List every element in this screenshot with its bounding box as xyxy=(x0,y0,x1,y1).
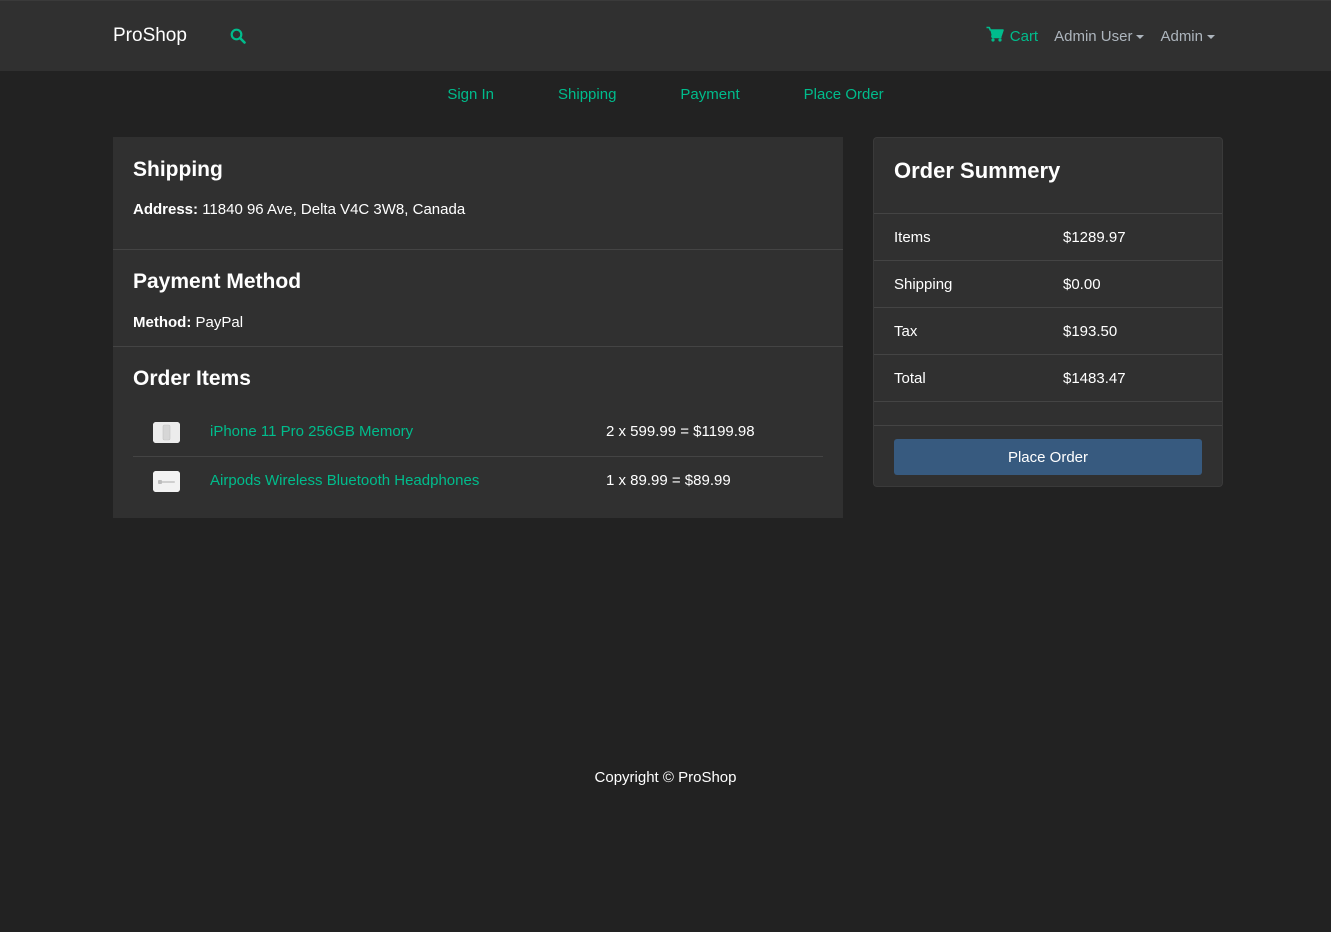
summary-label: Items xyxy=(894,229,931,246)
summary-error-slot xyxy=(874,401,1222,426)
search-icon[interactable] xyxy=(230,28,248,46)
order-summary-title: Order Summery xyxy=(894,158,1061,183)
summary-row-tax: Tax $193.50 xyxy=(874,307,1222,354)
step-place-order[interactable]: Place Order xyxy=(772,86,916,103)
step-shipping[interactable]: Shipping xyxy=(526,86,648,103)
order-item-subtotal: 1 x 89.99 = $89.99 xyxy=(606,472,731,489)
shipping-address: Address: 11840 96 Ave, Delta V4C 3W8, Ca… xyxy=(133,201,465,218)
summary-label: Shipping xyxy=(894,276,953,293)
order-item-row: Airpods Wireless Bluetooth Headphones 1 … xyxy=(133,457,823,506)
summary-label: Total xyxy=(894,370,926,387)
brand-logo[interactable]: ProShop xyxy=(113,25,187,47)
shipping-section: Shipping Address: 11840 96 Ave, Delta V4… xyxy=(113,137,843,250)
place-order-button[interactable]: Place Order xyxy=(894,439,1202,475)
order-item-link[interactable]: Airpods Wireless Bluetooth Headphones xyxy=(210,472,479,489)
order-items-section: Order Items iPhone 11 Pro 256GB Memory 2… xyxy=(113,347,843,518)
step-payment[interactable]: Payment xyxy=(648,86,771,103)
summary-row-items: Items $1289.97 xyxy=(874,213,1222,260)
top-navbar: ProShop Cart Admin User Admin xyxy=(0,0,1331,71)
order-item-link[interactable]: iPhone 11 Pro 256GB Memory xyxy=(210,423,413,440)
footer-copyright: Copyright © ProShop xyxy=(594,769,737,786)
payment-method-value: PayPal xyxy=(195,314,244,331)
checkout-steps: Sign In Shipping Payment Place Order xyxy=(0,86,1331,103)
summary-value: $1289.97 xyxy=(1063,229,1126,246)
order-item-subtotal: 2 x 599.99 = $1199.98 xyxy=(606,423,755,440)
shipping-title: Shipping xyxy=(133,158,223,181)
order-item-row: iPhone 11 Pro 256GB Memory 2 x 599.99 = … xyxy=(133,408,823,457)
chevron-down-icon xyxy=(1136,35,1145,39)
order-details-panel: Shipping Address: 11840 96 Ave, Delta V4… xyxy=(113,137,843,518)
summary-row-shipping: Shipping $0.00 xyxy=(874,260,1222,307)
step-sign-in[interactable]: Sign In xyxy=(415,86,526,103)
summary-label: Tax xyxy=(894,323,918,340)
product-thumbnail xyxy=(153,422,180,443)
summary-value: $0.00 xyxy=(1063,276,1101,293)
summary-value: $193.50 xyxy=(1063,323,1118,340)
summary-action: Place Order xyxy=(874,425,1222,487)
chevron-down-icon xyxy=(1207,35,1215,39)
summary-row-total: Total $1483.47 xyxy=(874,354,1222,401)
shipping-address-value: 11840 96 Ave, Delta V4C 3W8, Canada xyxy=(202,201,466,218)
payment-title: Payment Method xyxy=(133,270,302,293)
order-items-title: Order Items xyxy=(133,367,251,390)
user-menu-dropdown[interactable]: Admin User xyxy=(1054,27,1145,45)
admin-menu-label: Admin xyxy=(1160,27,1203,45)
summary-value: $1483.47 xyxy=(1063,370,1126,387)
payment-method-label: Method: xyxy=(133,314,192,331)
admin-menu-dropdown[interactable]: Admin xyxy=(1160,28,1215,45)
shipping-address-label: Address: xyxy=(133,201,199,218)
cart-link[interactable]: Cart xyxy=(986,26,1038,46)
nav-right: Cart Admin User Admin xyxy=(986,26,1215,46)
user-menu-label: Admin User xyxy=(1054,27,1133,45)
payment-method: Method: PayPal xyxy=(133,314,243,331)
payment-section: Payment Method Method: PayPal xyxy=(113,250,843,347)
product-thumbnail xyxy=(153,471,180,492)
order-summary-card: Order Summery Items $1289.97 Shipping $0… xyxy=(873,137,1223,487)
cart-label: Cart xyxy=(1009,27,1039,45)
shopping-cart-icon xyxy=(986,26,1004,46)
